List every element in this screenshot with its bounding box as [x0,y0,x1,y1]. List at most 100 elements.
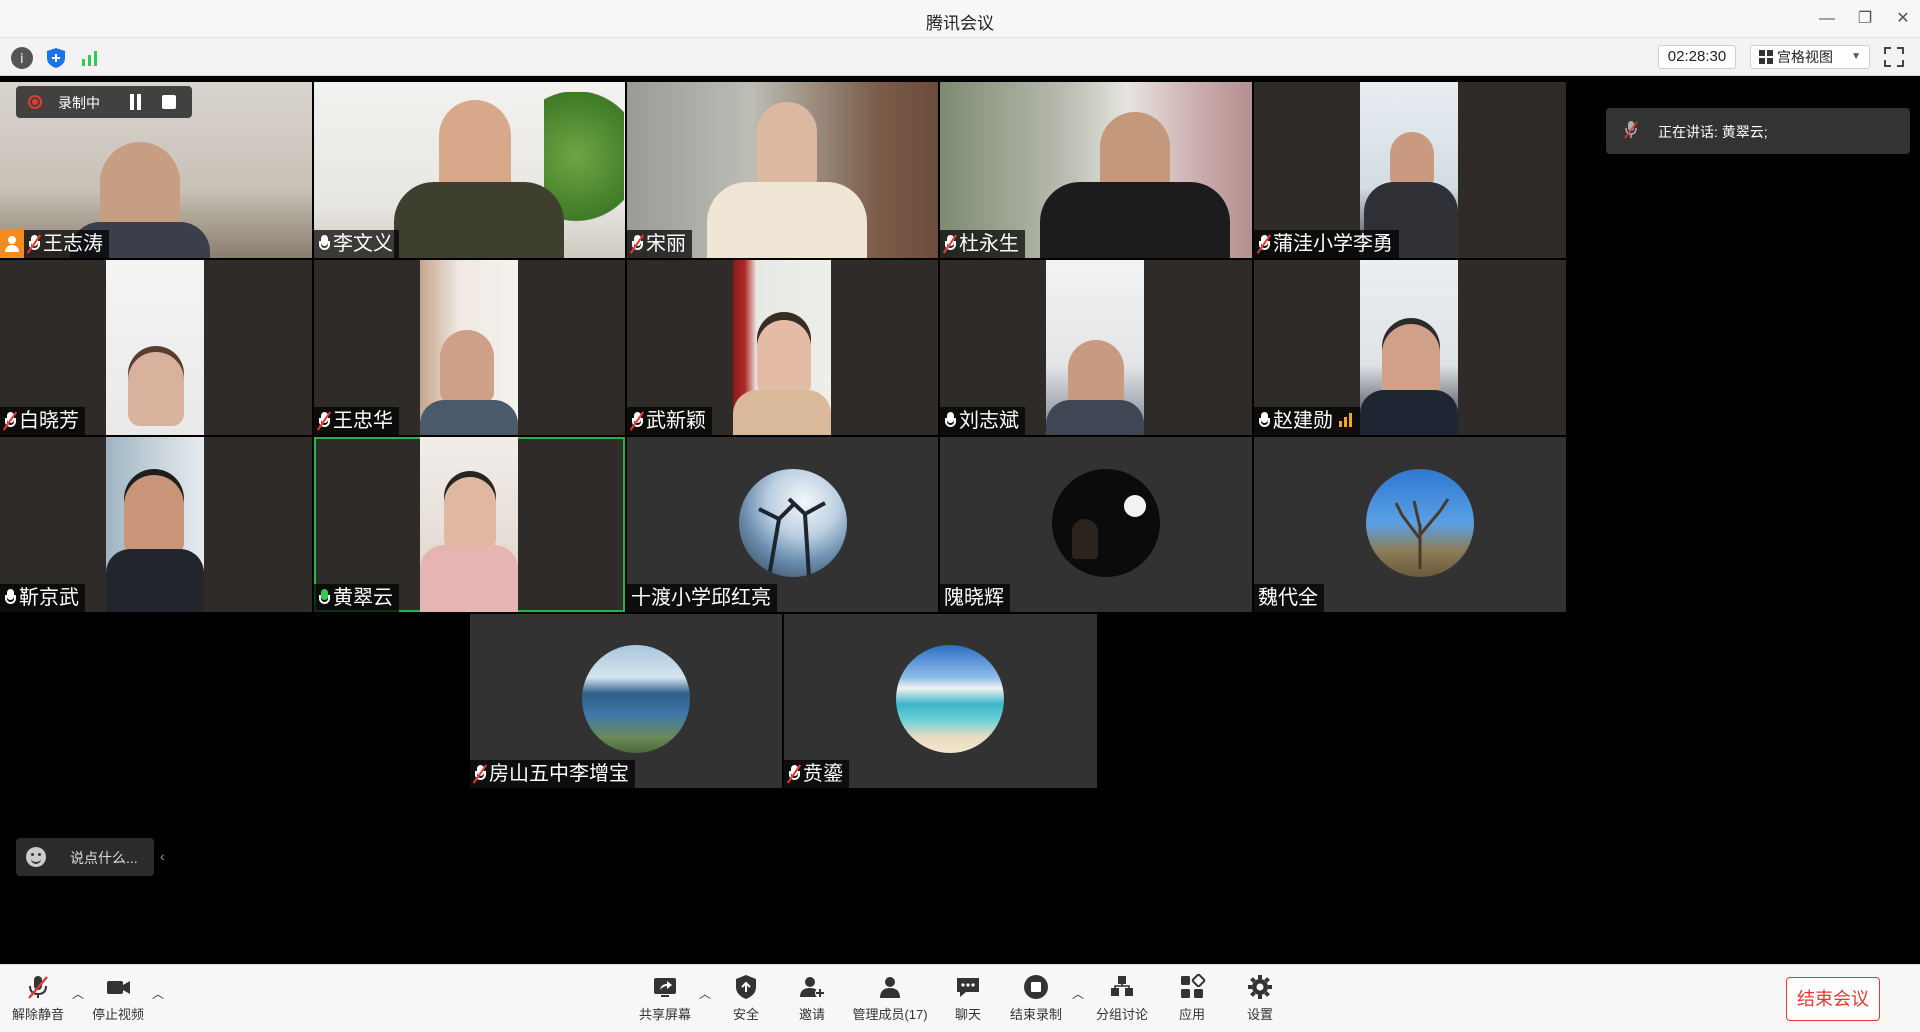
participant-name: 贲鎏 [803,763,843,785]
restore-icon[interactable]: ❐ [1852,6,1878,32]
end-recording-label: 结束录制 [1009,1007,1062,1022]
members-icon [880,977,900,998]
video-tile[interactable]: 赵建勋 [1254,260,1566,435]
chat-bubble-icon [957,978,979,997]
video-feed [420,437,518,612]
grid-view-icon [1759,50,1773,64]
participant-name: 白晓芳 [19,410,79,432]
share-screen-button[interactable]: 共享屏幕 [627,971,703,1029]
avatar [1366,469,1474,577]
pause-recording-icon[interactable] [128,94,142,110]
person-figure [1040,182,1230,258]
video-tile[interactable]: 武新颖 [627,260,938,435]
video-tile[interactable]: 十渡小学邱红亮 [627,437,938,612]
stop-video-button[interactable]: 停止视频 [80,971,156,1029]
chevron-up-icon[interactable]: ︿ [152,985,164,1002]
manage-members-button[interactable]: 管理成员(17) [842,971,938,1029]
person-figure [420,400,518,435]
person-figure [1068,340,1124,408]
video-tile[interactable]: 魏代全 [1254,437,1566,612]
breakout-icon [1111,976,1133,996]
minimize-icon[interactable]: — [1814,6,1840,32]
security-button[interactable]: 安全 [708,971,784,1029]
emoji-icon[interactable] [26,847,46,867]
shield-icon[interactable] [45,47,67,69]
stop-recording-icon[interactable] [162,95,176,109]
video-tile[interactable]: 杜永生 [940,82,1252,258]
video-tile[interactable]: 隗晓辉 [940,437,1252,612]
mic-muted-icon [472,764,488,784]
video-tile[interactable]: 贲鎏 [784,614,1097,788]
stop-record-icon [1024,975,1048,999]
participant-name: 宋丽 [646,233,686,255]
recording-label: 录制中 [58,95,100,111]
participant-name: 房山五中李增宝 [489,763,629,785]
person-figure [420,545,518,612]
view-mode-button[interactable]: 宫格视图 ▼ [1750,45,1870,69]
video-tile[interactable]: 房山五中李增宝 [470,614,782,788]
apps-grid-icon [1181,973,1206,998]
avatar [1052,469,1160,577]
participant-name-tag: 李文义 [314,230,399,258]
participant-name-tag: 宋丽 [627,230,692,258]
mic-muted-icon [26,234,42,254]
video-tile[interactable]: 李文义 [314,82,625,258]
view-mode-label: 宫格视图 [1777,49,1833,65]
recording-indicator: 录制中 [16,86,192,118]
participant-name-tag: 贲鎏 [784,760,849,788]
video-tile[interactable]: 靳京武 [0,437,312,612]
chat-quick-input[interactable]: 说点什么... [16,838,154,876]
participant-name-tag: 房山五中李增宝 [470,760,635,788]
person-figure [440,330,494,404]
invite-button[interactable]: 邀请 [774,971,850,1029]
info-bar: i 02:28:30 宫格视图 ▼ [0,38,1920,76]
avatar [739,469,847,577]
participant-name-tag: 靳京武 [0,584,85,612]
person-figure [124,475,184,555]
person-figure [1390,132,1434,188]
apps-button[interactable]: 应用 [1154,971,1230,1029]
security-label: 安全 [732,1007,759,1022]
fullscreen-icon[interactable] [1884,47,1904,67]
participant-name: 黄翠云 [333,587,393,609]
close-icon[interactable]: ✕ [1890,6,1916,32]
participant-name-tag: 白晓芳 [0,407,85,435]
svg-text:i: i [20,52,24,67]
stop-video-label: 停止视频 [91,1007,144,1022]
mic-muted-icon [942,234,958,254]
end-recording-button[interactable]: 结束录制 [998,971,1074,1029]
end-meeting-button[interactable]: 结束会议 [1786,977,1880,1021]
mic-icon [318,235,330,253]
chevron-left-icon[interactable]: ‹ [160,848,165,864]
chat-label: 聊天 [954,1007,981,1022]
video-tile[interactable]: 刘志斌 [940,260,1252,435]
video-feed [1046,260,1144,435]
person-figure [1382,324,1440,398]
video-feed [106,437,204,612]
info-icon[interactable]: i [11,47,33,69]
settings-button[interactable]: 设置 [1222,971,1298,1029]
breakout-rooms-button[interactable]: 分组讨论 [1084,971,1160,1029]
video-tile[interactable]: 白晓芳 [0,260,312,435]
signal-icon[interactable] [79,47,101,69]
video-tile[interactable]: 王忠华 [314,260,625,435]
participant-name: 杜永生 [959,233,1019,255]
avatar [896,645,1004,753]
person-figure [733,390,831,435]
video-camera-icon [107,981,130,994]
security-shield-icon [736,975,756,999]
participant-name-tag: 武新颖 [627,407,712,435]
unmute-button[interactable]: 解除静音 [0,971,76,1029]
participant-name: 王忠华 [333,410,393,432]
chevron-down-icon: ▼ [1851,51,1861,62]
video-tile[interactable]: 黄翠云 [314,437,625,612]
chat-button[interactable]: 聊天 [930,971,1006,1029]
chevron-up-icon[interactable]: ︿ [1072,985,1084,1002]
video-tile[interactable]: 蒲洼小学李勇 [1254,82,1566,258]
breakout-rooms-label: 分组讨论 [1095,1007,1148,1022]
participant-name: 李文义 [333,233,393,255]
person-figure [128,352,184,426]
mic-icon [1258,412,1270,430]
participant-name-tag: 杜永生 [940,230,1025,258]
video-tile[interactable]: 宋丽 [627,82,938,258]
